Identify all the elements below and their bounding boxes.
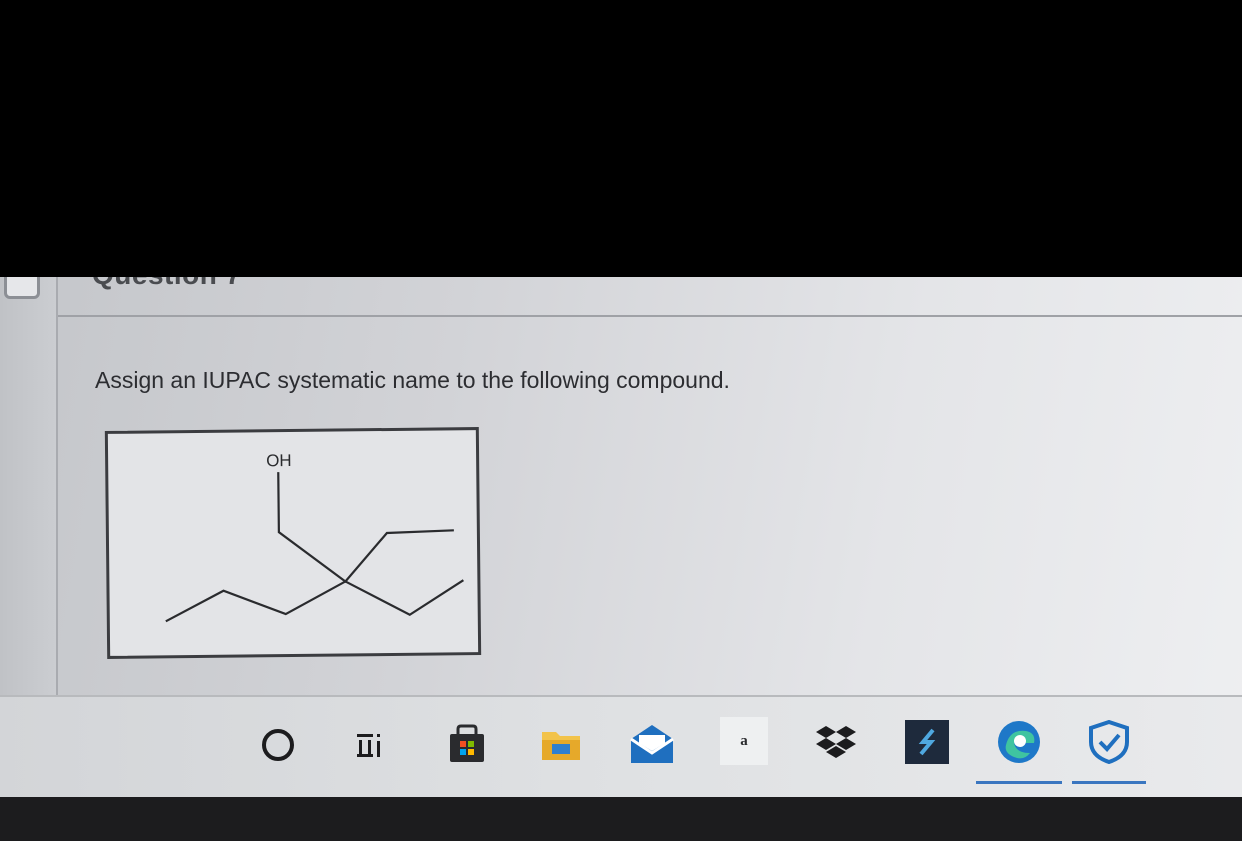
skeletal-structure: OH xyxy=(165,451,464,623)
black-background-top xyxy=(0,0,1242,277)
cortana-icon[interactable] xyxy=(258,725,298,765)
flag-question-checkbox[interactable] xyxy=(4,277,40,299)
bond-chain-upper xyxy=(277,472,454,583)
question-prompt: Assign an IUPAC systematic name to the f… xyxy=(95,367,730,393)
dropbox-icon[interactable] xyxy=(812,721,860,765)
question-header: Question 7 xyxy=(92,277,242,291)
security-active-indicator xyxy=(1072,781,1146,784)
header-divider xyxy=(58,315,1242,317)
hydroxyl-label: OH xyxy=(266,451,292,470)
app-icon[interactable] xyxy=(904,719,950,765)
monitor-bezel-bottom xyxy=(0,797,1242,841)
screen: Question 7 Assign an IUPAC systematic na… xyxy=(0,277,1242,797)
compound-structure-image: OH xyxy=(104,427,482,659)
microsoft-store-icon[interactable] xyxy=(444,721,490,767)
left-gutter xyxy=(0,277,56,717)
amazon-icon-label: a xyxy=(740,732,748,749)
edge-active-indicator xyxy=(976,781,1062,784)
task-view-icon[interactable] xyxy=(350,725,390,765)
bond-chain-lower xyxy=(165,579,464,623)
security-icon[interactable] xyxy=(1084,717,1134,767)
taskbar: a xyxy=(0,695,1242,797)
file-explorer-icon[interactable] xyxy=(538,723,584,767)
edge-icon[interactable] xyxy=(994,717,1044,767)
mail-icon[interactable] xyxy=(628,721,676,767)
amazon-icon[interactable]: a xyxy=(720,717,768,765)
